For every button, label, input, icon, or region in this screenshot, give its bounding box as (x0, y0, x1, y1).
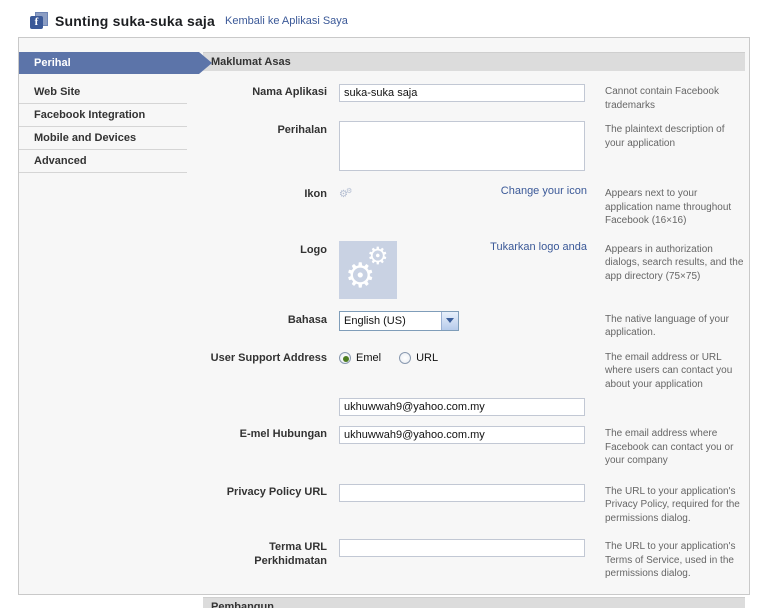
description-row: Perihalan The plaintext description of y… (203, 121, 745, 176)
description-textarea[interactable] (339, 121, 585, 171)
icon-row: Ikon ⚙⚙ Change your icon Appears next to… (203, 185, 745, 228)
app-name-label: Nama Aplikasi (203, 83, 339, 112)
contact-email-input[interactable] (339, 426, 585, 444)
terms-url-label: Terma URL Perkhidmatan (203, 538, 339, 581)
support-address-help: The email address or URL where users can… (605, 349, 745, 392)
support-url-radio-label: URL (416, 352, 438, 364)
contact-email-row: E-mel Hubungan The email address where F… (203, 425, 745, 468)
privacy-url-row: Privacy Policy URL The URL to your appli… (203, 483, 745, 526)
facebook-f-icon: f (30, 16, 43, 29)
page-header: f Sunting suka-suka saja Kembali ke Apli… (0, 0, 768, 37)
page-title: Sunting suka-suka saja (55, 13, 215, 29)
support-email-row (203, 397, 745, 416)
sidebar-item-advanced[interactable]: Advanced (19, 150, 187, 173)
app-name-input[interactable] (339, 84, 585, 102)
support-address-row: User Support Address Emel URL The email … (203, 349, 745, 392)
support-email-radio-label: Emel (356, 352, 381, 364)
app-mini-gears-icon: ⚙⚙ (339, 185, 350, 202)
support-email-input[interactable] (339, 398, 585, 416)
sidebar-item-facebook-integration[interactable]: Facebook Integration (19, 104, 187, 127)
section-header-basic-info: Maklumat Asas (203, 52, 745, 71)
sidebar-item-mobile-and-devices[interactable]: Mobile and Devices (19, 127, 187, 150)
logo-label: Logo (203, 241, 339, 299)
settings-panel: Perihal Web Site Facebook Integration Mo… (18, 37, 750, 595)
contact-email-help: The email address where Facebook can con… (605, 425, 745, 468)
description-help: The plaintext description of your applic… (605, 121, 745, 176)
language-select[interactable]: English (US) (339, 311, 459, 331)
support-email-empty-label (203, 397, 339, 416)
icon-help: Appears next to your application name th… (605, 185, 745, 228)
app-name-row: Nama Aplikasi Cannot contain Facebook tr… (203, 83, 745, 112)
change-logo-link[interactable]: Tukarkan logo anda (490, 241, 587, 253)
language-help: The native language of your application. (605, 311, 745, 340)
privacy-url-help: The URL to your application's Privacy Po… (605, 483, 745, 526)
terms-url-input[interactable] (339, 539, 585, 557)
terms-url-row: Terma URL Perkhidmatan The URL to your a… (203, 538, 745, 581)
support-url-radio[interactable] (399, 352, 411, 364)
contact-email-label: E-mel Hubungan (203, 425, 339, 468)
change-icon-link[interactable]: Change your icon (501, 185, 587, 197)
support-address-label: User Support Address (203, 349, 339, 392)
language-selected-value: English (US) (340, 315, 441, 327)
select-dropdown-button[interactable] (441, 312, 458, 330)
sidebar: Perihal Web Site Facebook Integration Mo… (19, 38, 199, 594)
sidebar-item-perihal[interactable]: Perihal (19, 52, 212, 74)
logo-row: Logo ⚙ ⚙ Tukarkan logo anda Appears in a… (203, 241, 745, 299)
description-label: Perihalan (203, 121, 339, 176)
logo-help: Appears in authorization dialogs, search… (605, 241, 745, 299)
language-label: Bahasa (203, 311, 339, 340)
terms-url-help: The URL to your application's Terms of S… (605, 538, 745, 581)
privacy-url-label: Privacy Policy URL (203, 483, 339, 526)
app-name-help: Cannot contain Facebook trademarks (605, 83, 745, 112)
privacy-url-input[interactable] (339, 484, 585, 502)
chevron-down-icon (446, 318, 454, 323)
back-to-apps-link[interactable]: Kembali ke Aplikasi Saya (225, 15, 348, 27)
icon-label: Ikon (203, 185, 339, 228)
main-form-area: Maklumat Asas Nama Aplikasi Cannot conta… (199, 38, 759, 594)
gear-icon: ⚙ (367, 245, 389, 269)
language-row: Bahasa English (US) The native language … (203, 311, 745, 340)
section-header-developers: Pembangun (203, 597, 745, 608)
sidebar-item-web-site[interactable]: Web Site (19, 81, 187, 104)
app-logo-image: ⚙ ⚙ (339, 241, 397, 299)
support-email-radio[interactable] (339, 352, 351, 364)
facebook-app-icon: f (30, 12, 48, 29)
